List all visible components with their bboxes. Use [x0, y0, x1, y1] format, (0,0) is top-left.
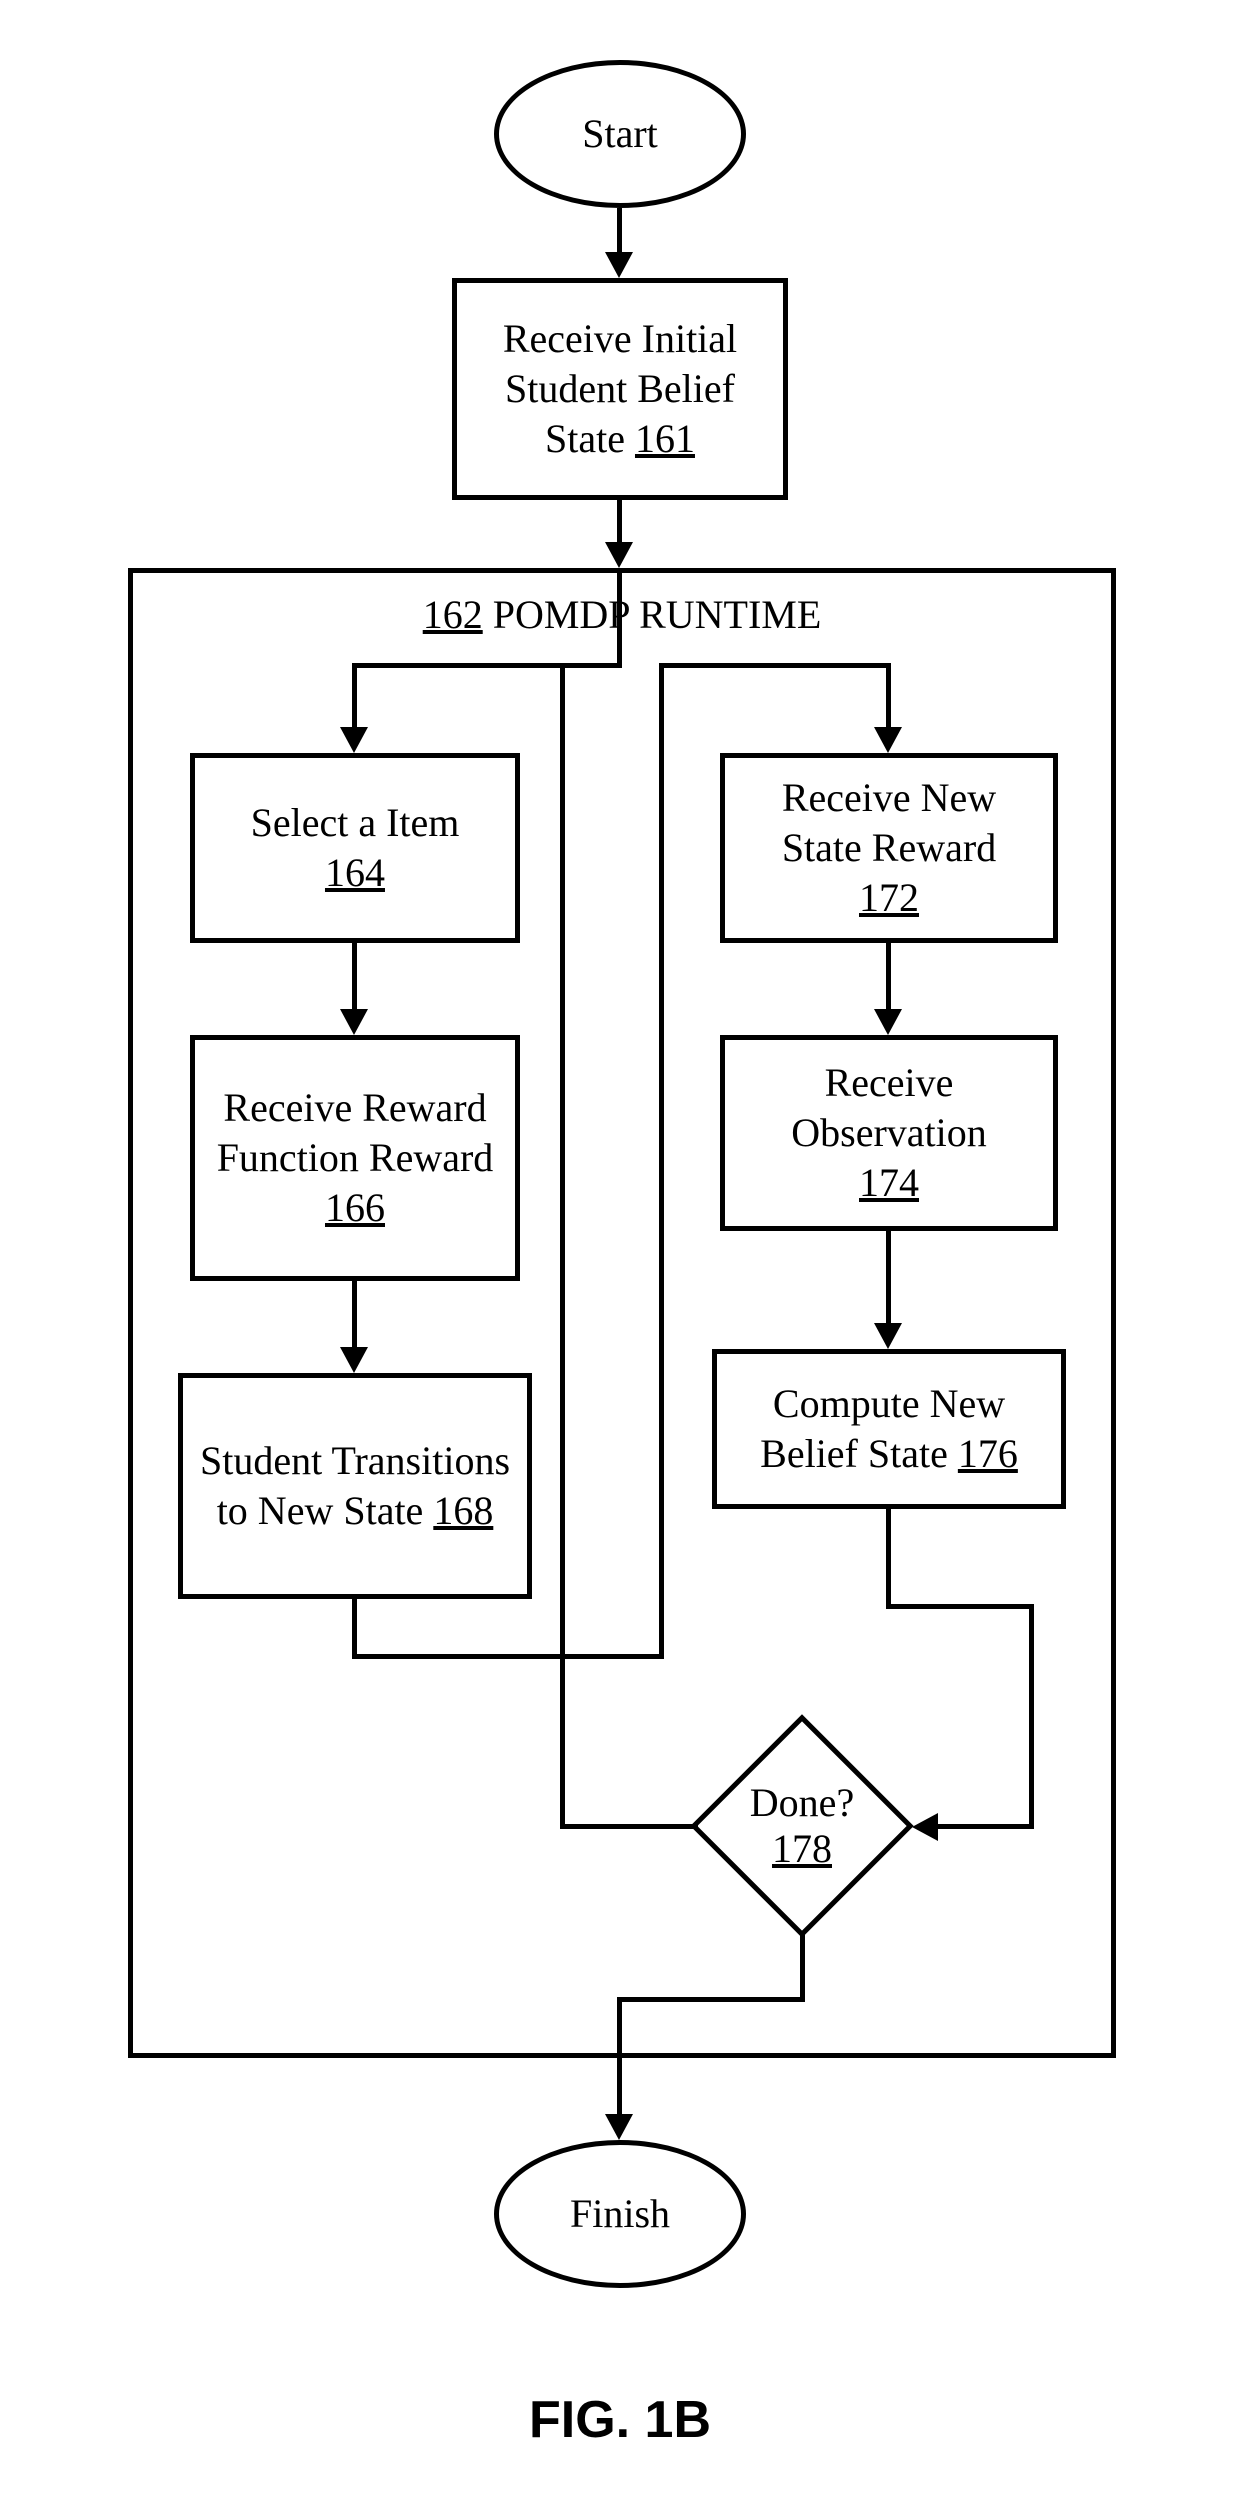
flowchart-canvas: Start Receive Initial Student Belief Sta…: [0, 0, 1240, 2501]
connector: [560, 663, 565, 1829]
connector: [659, 663, 891, 668]
connector: [617, 208, 622, 258]
figure-caption: FIG. 1B: [0, 2390, 1240, 2450]
arrowhead-down-icon: [340, 1347, 368, 1373]
process-174-label: Receive Observation174: [739, 1058, 1039, 1208]
connector: [886, 1231, 891, 1329]
connector: [617, 1997, 805, 2002]
arrowhead-down-icon: [340, 727, 368, 753]
process-176: Compute New Belief State 176: [712, 1349, 1066, 1509]
connector: [617, 1997, 622, 2058]
arrowhead-down-icon: [874, 727, 902, 753]
connector: [352, 663, 357, 733]
process-172-label: Receive New State Reward172: [739, 773, 1039, 923]
start-label: Start: [582, 109, 658, 159]
process-174: Receive Observation174: [720, 1035, 1058, 1231]
connector: [352, 1599, 357, 1659]
arrowhead-down-icon: [874, 1009, 902, 1035]
connector: [800, 1932, 805, 2002]
connector: [659, 663, 664, 1659]
process-161-label: Receive Initial Student Belief State 161: [471, 314, 769, 464]
process-168: Student Transitions to New State 168: [178, 1373, 532, 1599]
finish-label: Finish: [570, 2189, 670, 2239]
connector: [617, 500, 622, 548]
process-164-label: Select a Item164: [251, 798, 460, 898]
arrowhead-down-icon: [605, 542, 633, 568]
decision-178: Done?178: [692, 1716, 912, 1936]
connector: [560, 1824, 698, 1829]
process-168-label: Student Transitions to New State 168: [197, 1436, 513, 1536]
connector: [352, 1281, 357, 1353]
connector: [886, 1509, 891, 1609]
connector: [936, 1824, 1034, 1829]
connector: [886, 943, 891, 1015]
connector: [1029, 1604, 1034, 1829]
connector: [886, 663, 891, 733]
process-164: Select a Item164: [190, 753, 520, 943]
connector: [352, 663, 622, 668]
process-166-label: Receive Reward Function Reward 166: [209, 1083, 501, 1233]
connector: [617, 568, 622, 668]
finish-terminator: Finish: [494, 2140, 746, 2288]
decision-178-label: Done?178: [692, 1780, 912, 1872]
process-176-label: Compute New Belief State 176: [731, 1379, 1047, 1479]
container-162-title: 162 POMDP RUNTIME: [133, 591, 1111, 638]
process-166: Receive Reward Function Reward 166: [190, 1035, 520, 1281]
process-161: Receive Initial Student Belief State 161: [452, 278, 788, 500]
arrowhead-down-icon: [874, 1323, 902, 1349]
connector: [352, 943, 357, 1015]
arrowhead-left-icon: [912, 1813, 938, 1841]
connector: [352, 1654, 664, 1659]
arrowhead-down-icon: [605, 2114, 633, 2140]
arrowhead-down-icon: [340, 1009, 368, 1035]
connector: [886, 1604, 1034, 1609]
connector: [617, 2058, 622, 2120]
process-172: Receive New State Reward172: [720, 753, 1058, 943]
arrowhead-down-icon: [605, 252, 633, 278]
start-terminator: Start: [494, 60, 746, 208]
